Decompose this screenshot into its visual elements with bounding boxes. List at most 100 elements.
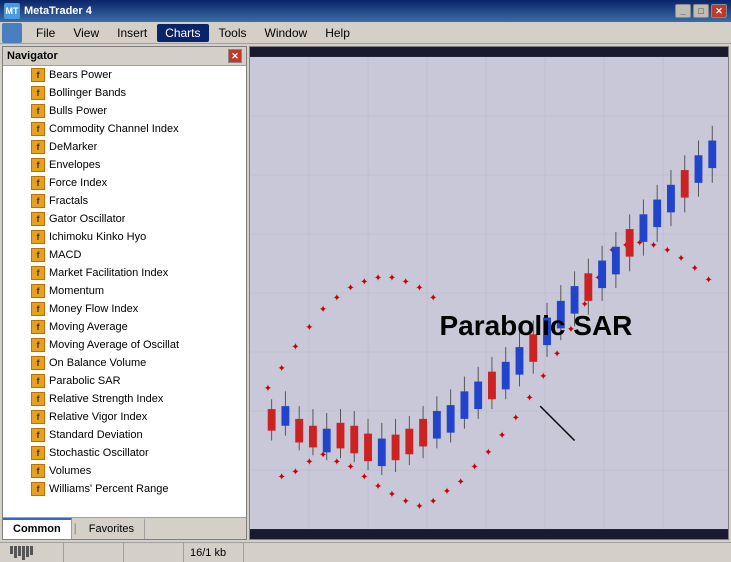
menu-bar: File View Insert Charts Tools Window Hel… [0,22,731,44]
nav-item-icon: f [31,122,45,136]
nav-item-icon: f [31,284,45,298]
svg-text:✦: ✦ [360,472,368,483]
maximize-button[interactable]: □ [693,4,709,18]
navigator-tabs: Common | Favorites [3,517,246,539]
tab-common[interactable]: Common [3,518,72,539]
close-button[interactable]: ✕ [711,4,727,18]
nav-item[interactable]: fMoving Average [3,318,246,336]
svg-text:✦: ✦ [360,277,368,288]
nav-item-label: Bollinger Bands [49,87,126,99]
app-icon: MT [4,3,20,19]
nav-item[interactable]: fMACD [3,246,246,264]
nav-item-icon: f [31,158,45,172]
nav-item[interactable]: f Commodity Channel Index [3,120,246,138]
navigator-panel: Navigator ✕ fBears PowerfBollinger Bands… [2,46,247,540]
nav-item-label: Moving Average of Oscillat [49,339,179,351]
status-bar: 16/1 kb [0,542,731,562]
nav-item[interactable]: f Bollinger Bands [3,84,246,102]
status-info: 16/1 kb [184,543,244,562]
menu-help[interactable]: Help [317,24,358,42]
svg-text:✦: ✦ [663,246,671,257]
menu-charts[interactable]: Charts [157,24,208,42]
svg-text:✦: ✦ [429,293,437,304]
nav-item[interactable]: fRelative Strength Index [3,390,246,408]
nav-item[interactable]: f Envelopes [3,156,246,174]
nav-item[interactable]: fRelative Vigor Index [3,408,246,426]
svg-text:✦: ✦ [401,496,409,507]
nav-item-label: Market Facilitation Index [49,267,168,279]
nav-item[interactable]: fWilliams' Percent Range [3,480,246,498]
svg-text:✦: ✦ [374,273,382,284]
menu-tools[interactable]: Tools [211,24,255,42]
chart-area: ✦ ✦ ✦ ✦ ✦ ✦ ✦ ✦ ✦ ✦ ✦ ✦ ✦ ✦ ✦ ✦ ✦ ✦ ✦ ✦ [249,46,729,540]
title-text: MetaTrader 4 [24,5,675,17]
nav-item-label: Envelopes [49,159,100,171]
nav-item[interactable]: fGator Oscillator [3,210,246,228]
svg-text:✦: ✦ [278,472,286,483]
nav-item[interactable]: f Standard Deviation [3,426,246,444]
nav-item[interactable]: f On Balance Volume [3,354,246,372]
tab-favorites[interactable]: Favorites [79,518,145,539]
nav-item-label: Bears Power [49,69,112,81]
nav-item-label: On Balance Volume [49,357,146,369]
nav-item[interactable]: fIchimoku Kinko Hyo [3,228,246,246]
nav-item[interactable]: f Force Index [3,174,246,192]
nav-item-label: Standard Deviation [49,429,143,441]
menu-insert[interactable]: Insert [109,24,155,42]
nav-item-icon: f [31,86,45,100]
menu-file[interactable]: File [28,24,63,42]
nav-item[interactable]: fStochastic Oscillator [3,444,246,462]
nav-item[interactable]: fBears Power [3,66,246,84]
svg-text:✦: ✦ [567,324,575,335]
nav-item-icon: f [31,230,45,244]
nav-item[interactable]: fMoving Average of Oscillat [3,336,246,354]
nav-item-label: Parabolic SAR [49,375,121,387]
nav-item[interactable]: fMoney Flow Index [3,300,246,318]
svg-text:✦: ✦ [374,482,382,493]
svg-text:✦: ✦ [649,241,657,252]
svg-text:✦: ✦ [333,293,341,304]
menu-view[interactable]: View [65,24,107,42]
nav-item-label: DeMarker [49,141,97,153]
app-menu-icon [2,23,22,43]
svg-text:✦: ✦ [388,490,396,501]
nav-item-label: MACD [49,249,81,261]
title-bar: MT MetaTrader 4 _ □ ✕ [0,0,731,22]
nav-item-label: Force Index [49,177,107,189]
navigator-title: Navigator [7,50,58,62]
nav-item[interactable]: fMarket Facilitation Index [3,264,246,282]
svg-text:✦: ✦ [553,349,561,360]
nav-item-label: Commodity Channel Index [49,123,179,135]
bar-chart-icon [10,546,33,560]
svg-text:✦: ✦ [291,342,299,353]
nav-item-icon: f [31,428,45,442]
navigator-close-button[interactable]: ✕ [228,49,242,63]
nav-item[interactable]: fFractals [3,192,246,210]
nav-item-icon: f [31,212,45,226]
svg-text:✦: ✦ [691,263,699,274]
nav-item[interactable]: fMomentum [3,282,246,300]
nav-item[interactable]: fDeMarker [3,138,246,156]
svg-text:✦: ✦ [470,462,478,473]
nav-item-label: Williams' Percent Range [49,483,168,495]
svg-text:✦: ✦ [580,300,588,311]
svg-text:✦: ✦ [388,273,396,284]
nav-item[interactable]: fParabolic SAR [3,372,246,390]
svg-text:✦: ✦ [305,322,313,333]
nav-item-icon: f [31,392,45,406]
svg-text:✦: ✦ [264,383,272,394]
nav-item-label: Volumes [49,465,91,477]
minimize-button[interactable]: _ [675,4,691,18]
nav-item-icon: f [31,194,45,208]
status-section-1 [4,543,64,562]
nav-item[interactable]: fVolumes [3,462,246,480]
status-section-3 [124,543,184,562]
menu-window[interactable]: Window [257,24,316,42]
nav-item-icon: f [31,356,45,370]
navigator-list[interactable]: fBears PowerfBollinger BandsfBulls Power… [3,66,246,517]
nav-item-label: Money Flow Index [49,303,138,315]
svg-text:✦: ✦ [498,431,506,442]
nav-item-icon: f [31,176,45,190]
nav-item[interactable]: fBulls Power [3,102,246,120]
svg-text:✦: ✦ [278,364,286,375]
